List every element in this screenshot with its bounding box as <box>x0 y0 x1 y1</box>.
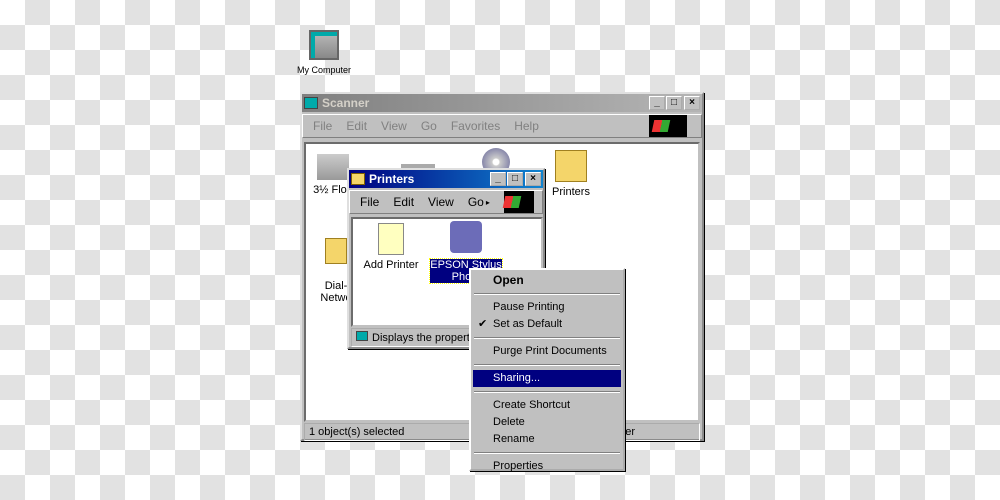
context-menu: Open Pause Printing ✔ Set as Default Purg… <box>469 268 625 472</box>
menu-help[interactable]: Help <box>514 119 539 133</box>
minimize-button[interactable]: _ <box>649 96 665 110</box>
windows-logo <box>502 191 534 213</box>
chevron-right-icon[interactable]: ▸ <box>486 198 490 207</box>
menu-go[interactable]: Go <box>468 195 484 209</box>
menu-file[interactable]: File <box>360 195 379 209</box>
printer-icon <box>450 221 482 253</box>
computer-icon <box>356 331 368 341</box>
minimize-button[interactable]: _ <box>490 172 506 186</box>
menu-view[interactable]: View <box>428 195 454 209</box>
printers-menu-bar: File Edit View Go ▸ <box>349 190 543 214</box>
separator <box>474 293 620 295</box>
menu-favorites[interactable]: Favorites <box>451 119 500 133</box>
close-button[interactable]: × <box>684 96 700 110</box>
menu-item-pause-printing[interactable]: Pause Printing <box>473 299 621 316</box>
menu-item-purge-print-documents[interactable]: Purge Print Documents <box>473 343 621 360</box>
desktop-icon-my-computer[interactable]: My Computer <box>293 30 355 76</box>
separator <box>474 364 620 366</box>
menu-item-properties[interactable]: Properties <box>473 458 621 475</box>
separator <box>474 337 620 339</box>
printers-folder-item[interactable]: Printers <box>546 150 596 198</box>
computer-icon <box>309 30 339 60</box>
scanner-title-bar[interactable]: Scanner _ □ × <box>302 94 702 112</box>
separator <box>474 391 620 393</box>
menu-item-sharing[interactable]: Sharing... <box>473 370 621 387</box>
windows-logo <box>649 115 687 137</box>
menu-item-create-shortcut[interactable]: Create Shortcut <box>473 397 621 414</box>
menu-edit[interactable]: Edit <box>393 195 414 209</box>
menu-view[interactable]: View <box>381 119 407 133</box>
computer-icon <box>304 97 318 109</box>
menu-item-set-as-default[interactable]: ✔ Set as Default <box>473 316 621 333</box>
scanner-menu-bar: File Edit View Go Favorites Help <box>302 114 702 138</box>
menu-go[interactable]: Go <box>421 119 437 133</box>
printers-title-bar[interactable]: Printers _ □ × <box>349 170 543 188</box>
close-button[interactable]: × <box>525 172 541 186</box>
maximize-button[interactable]: □ <box>666 96 682 110</box>
menu-item-delete[interactable]: Delete <box>473 414 621 431</box>
dial-up-folder-icon <box>325 238 347 264</box>
check-icon: ✔ <box>478 318 488 330</box>
maximize-button[interactable]: □ <box>507 172 523 186</box>
separator <box>474 452 620 454</box>
add-printer-item[interactable]: Add Printer <box>359 223 423 271</box>
printers-folder-icon <box>555 150 587 182</box>
add-printer-icon <box>378 223 404 255</box>
menu-item-open[interactable]: Open <box>473 272 621 289</box>
menu-file[interactable]: File <box>313 119 332 133</box>
printer-folder-icon <box>351 173 365 185</box>
menu-edit[interactable]: Edit <box>346 119 367 133</box>
floppy-drive-icon <box>317 154 349 180</box>
menu-item-rename[interactable]: Rename <box>473 431 621 448</box>
